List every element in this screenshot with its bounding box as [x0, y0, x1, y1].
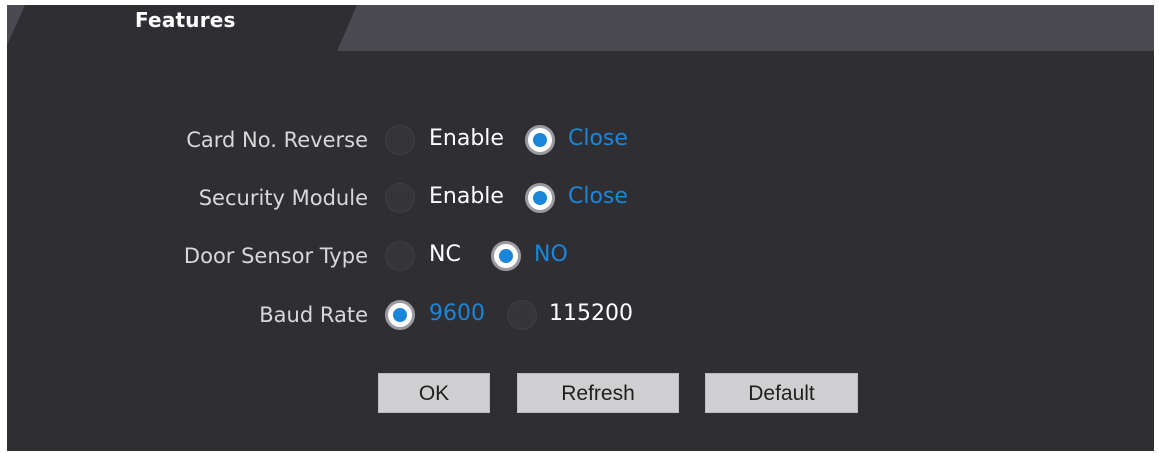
radio-baud-rate-115200[interactable]: [507, 300, 537, 330]
radio-door-sensor-nc[interactable]: [385, 241, 415, 271]
setting-row-door-sensor-type: Door Sensor Type NC NO: [7, 238, 1154, 278]
radio-card-no-reverse-close[interactable]: [525, 125, 555, 155]
setting-row-baud-rate: Baud Rate 9600 115200: [7, 297, 1154, 337]
radio-security-module-enable[interactable]: [385, 183, 415, 213]
default-button[interactable]: Default: [705, 373, 858, 413]
tab-strip: Features: [7, 5, 1154, 51]
setting-row-security-module: Security Module Enable Close: [7, 180, 1154, 220]
setting-label: Card No. Reverse: [186, 128, 368, 152]
option-label[interactable]: Close: [568, 184, 628, 209]
features-panel: Features Card No. Reverse Enable Close S…: [7, 5, 1154, 451]
setting-label: Security Module: [198, 186, 368, 210]
radio-door-sensor-no[interactable]: [491, 241, 521, 271]
tab-features-label[interactable]: Features: [135, 8, 236, 32]
option-label[interactable]: NO: [534, 242, 568, 267]
radio-security-module-close[interactable]: [525, 183, 555, 213]
option-label[interactable]: Enable: [429, 184, 504, 209]
setting-row-card-no-reverse: Card No. Reverse Enable Close: [7, 122, 1154, 162]
option-label[interactable]: 115200: [549, 301, 633, 326]
setting-label: Door Sensor Type: [183, 244, 368, 268]
radio-card-no-reverse-enable[interactable]: [385, 125, 415, 155]
setting-label: Baud Rate: [259, 303, 368, 327]
option-label[interactable]: Close: [568, 126, 628, 151]
radio-baud-rate-9600[interactable]: [385, 300, 415, 330]
option-label[interactable]: NC: [429, 242, 461, 267]
option-label[interactable]: Enable: [429, 126, 504, 151]
refresh-button[interactable]: Refresh: [517, 373, 679, 413]
option-label[interactable]: 9600: [429, 301, 485, 326]
ok-button[interactable]: OK: [378, 373, 490, 413]
